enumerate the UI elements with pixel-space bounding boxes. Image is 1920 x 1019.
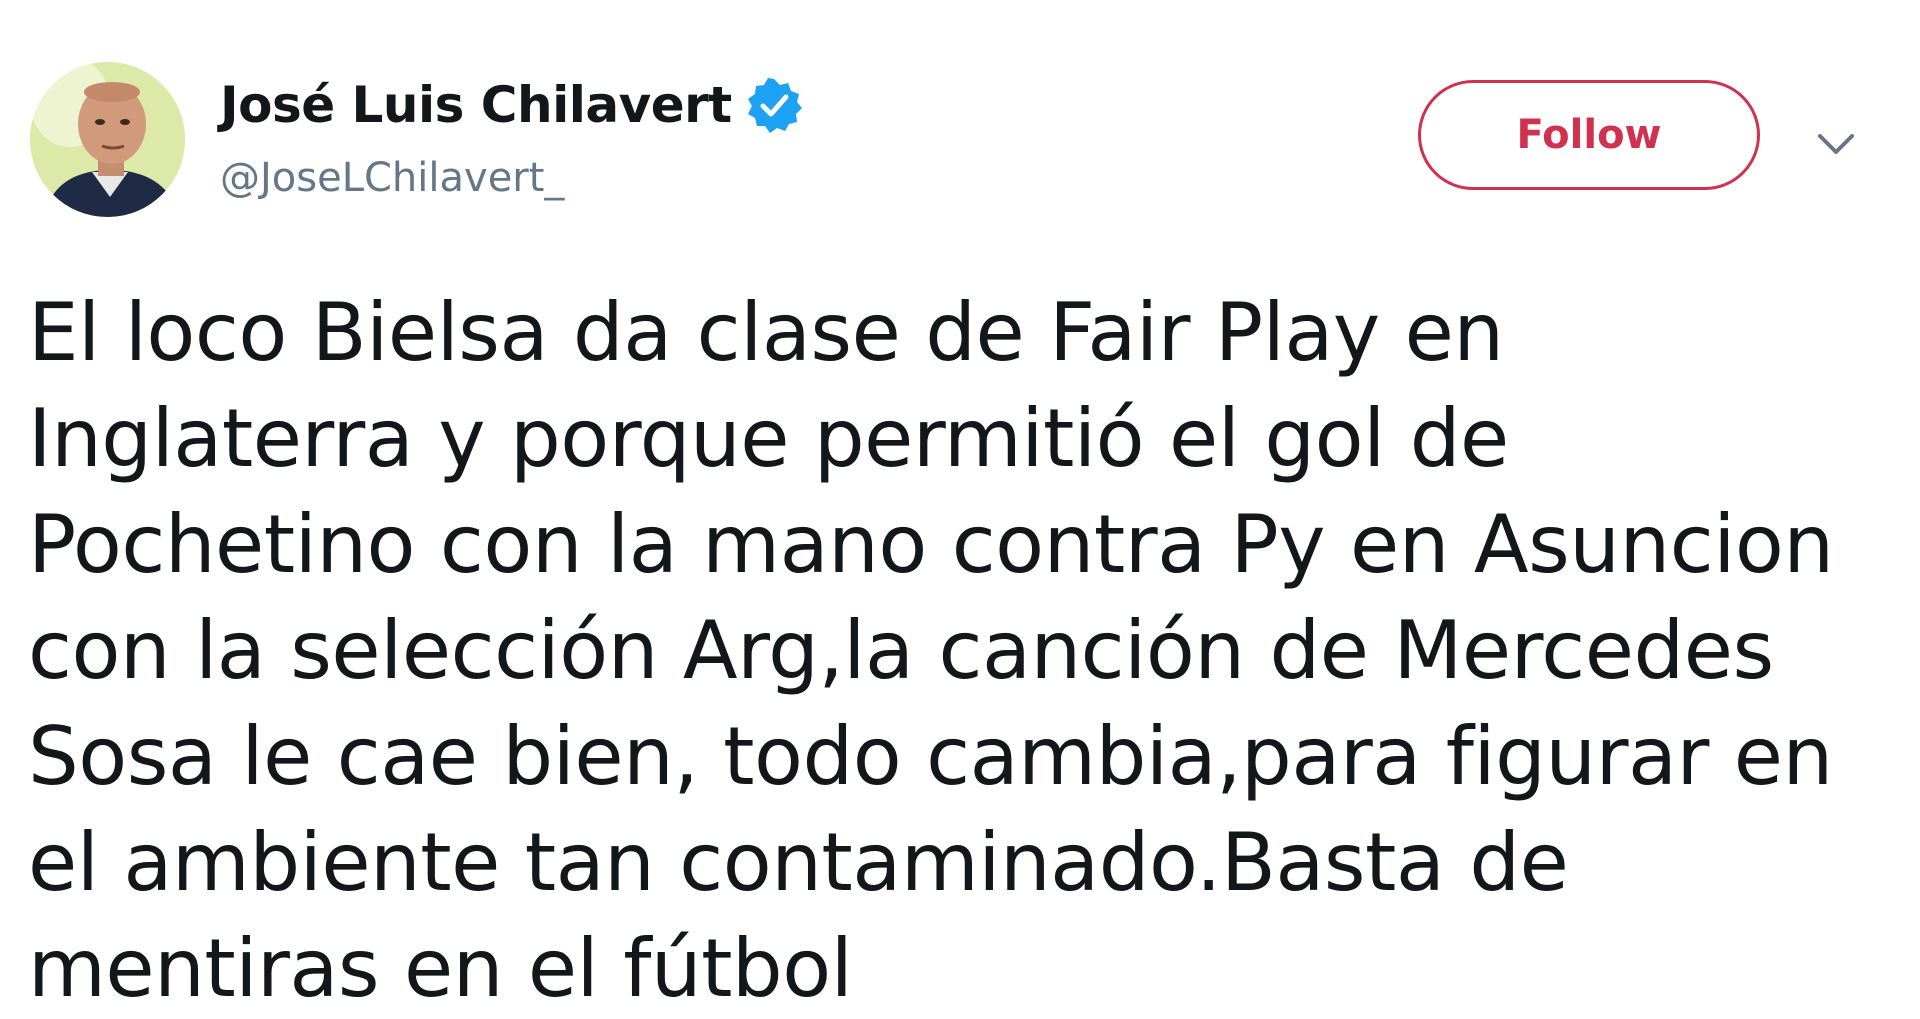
tweet-text-line: con la selección Arg,la canción de Merce…: [28, 604, 1774, 697]
tweet-card: José Luis Chilavert @JoseLChilavert_ Fol…: [0, 0, 1920, 1019]
tweet-text-line: Sosa le cae bien, todo cambia,para figur…: [28, 710, 1833, 803]
author-handle[interactable]: @JoseLChilavert_: [220, 155, 564, 201]
chevron-down-icon[interactable]: [1812, 120, 1860, 168]
author-display-name[interactable]: José Luis Chilavert: [220, 76, 732, 134]
tweet-text-line: el ambiente tan contaminado.Basta de: [28, 816, 1569, 909]
verified-badge-icon: [746, 77, 802, 133]
avatar[interactable]: [30, 62, 185, 217]
follow-button[interactable]: Follow: [1418, 80, 1760, 190]
tweet-text-line: Pochetino con la mano contra Py en Asunc…: [28, 498, 1834, 591]
tweet-text-line: El loco Bielsa da clase de Fair Play en: [28, 286, 1504, 379]
avatar-image: [30, 62, 185, 217]
tweet-text-line: Inglaterra y porque permitió el gol de: [28, 392, 1509, 485]
tweet-text-line: mentiras en el fútbol: [28, 922, 853, 1015]
tweet-text: El loco Bielsa da clase de Fair Play en …: [28, 280, 1908, 1019]
author-name-row: José Luis Chilavert: [220, 70, 802, 140]
